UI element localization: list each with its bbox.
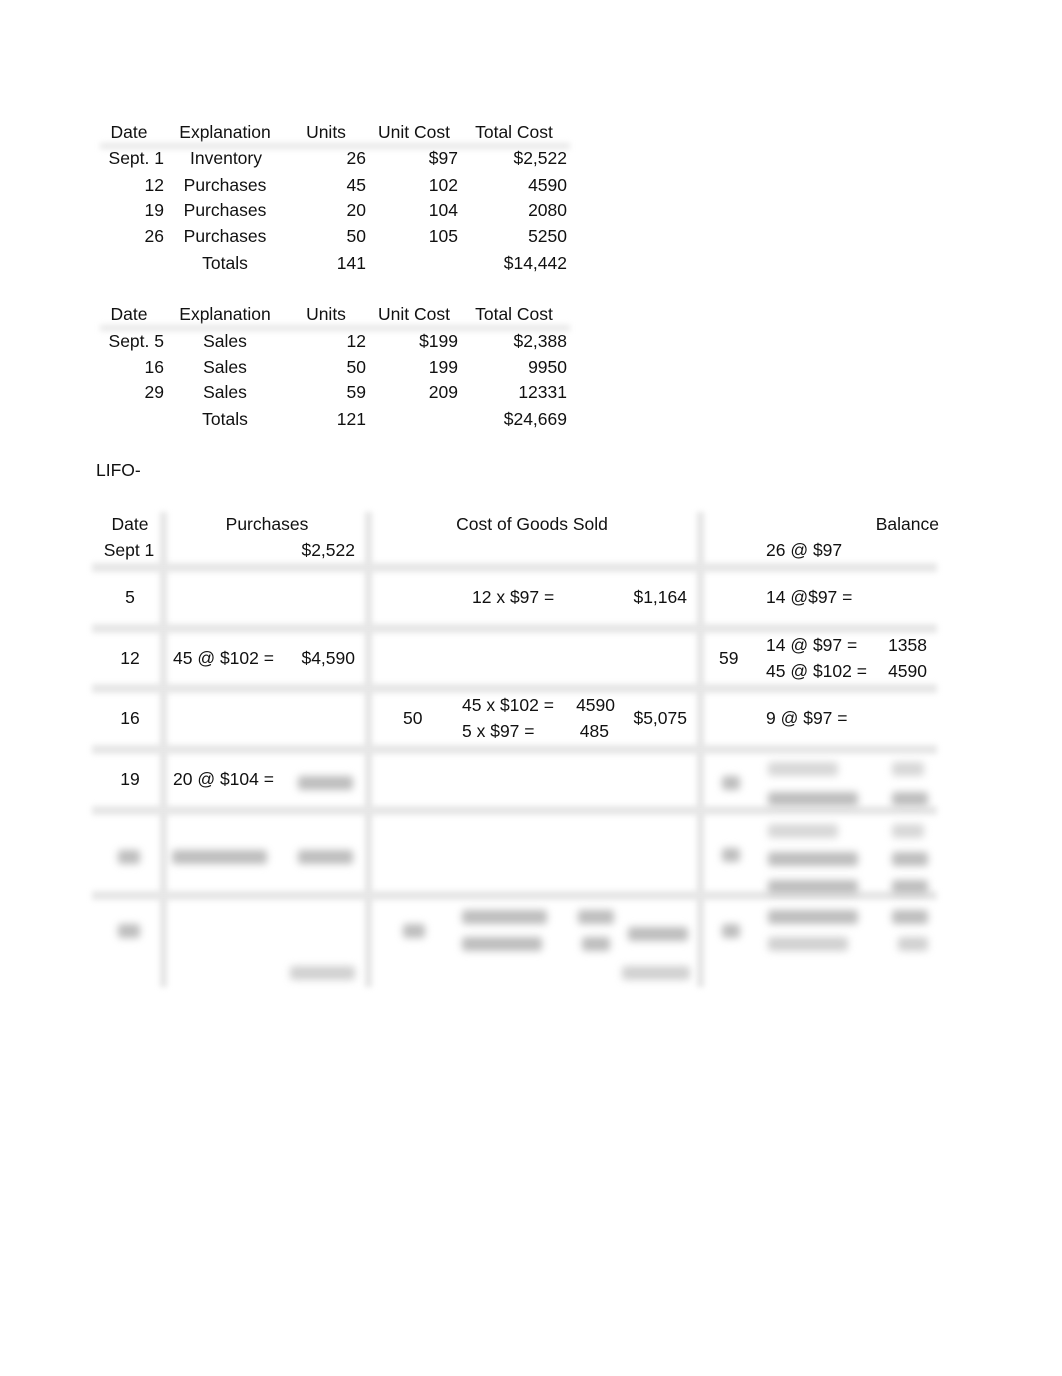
row-total-cost: $2,388 (513, 331, 567, 351)
row-date: 12 (144, 175, 164, 195)
cogs-value: 4590 (576, 695, 615, 715)
row-unit-cost: 105 (428, 226, 458, 246)
header-explanation: Explanation (179, 122, 271, 142)
row-unit-cost: $199 (419, 331, 458, 351)
row-total-cost: 12331 (518, 382, 567, 402)
header-balance: Balance (875, 514, 939, 534)
header-total-cost: Total Cost (475, 122, 553, 142)
row-explanation: Sales (203, 331, 247, 351)
row-date: 16 (144, 357, 164, 377)
row-divider (92, 806, 937, 815)
totals-cost: $14,442 (503, 253, 567, 273)
purchase-amount: $4,590 (301, 648, 355, 668)
row-explanation: Purchases (183, 175, 267, 195)
row-explanation: Sales (203, 382, 247, 402)
cogs-total: $1,164 (633, 587, 687, 607)
totals-units: 121 (336, 409, 366, 429)
balance-value: 1358 (888, 635, 927, 655)
row-units: 12 (346, 331, 366, 351)
row-date: 5 (125, 587, 135, 607)
purchase-calc: 45 @ $102 = (173, 648, 274, 668)
header-total-cost: Total Cost (475, 304, 553, 324)
totals-units: 141 (336, 253, 366, 273)
row-units: 59 (346, 382, 366, 402)
row-date: 16 (120, 708, 140, 728)
row-date: 26 (144, 226, 164, 246)
row-unit-cost: $97 (428, 148, 458, 168)
row-unit-cost: 209 (428, 382, 458, 402)
balance-line: 9 @ $97 = (766, 708, 848, 728)
balance-line: 14 @$97 = (766, 587, 853, 607)
row-total-cost: 4590 (528, 175, 567, 195)
balance-value: 4590 (888, 661, 927, 681)
header-date: Date (111, 514, 149, 534)
header-purchases: Purchases (225, 514, 309, 534)
row-units: 50 (346, 357, 366, 377)
header-explanation: Explanation (179, 304, 271, 324)
row-total-cost: 5250 (528, 226, 567, 246)
cogs-total: $5,075 (633, 708, 687, 728)
header-date: Date (110, 304, 148, 324)
header-unit-cost: Unit Cost (378, 304, 450, 324)
cogs-line: 45 x $102 = (462, 695, 554, 715)
balance-line: 14 @ $97 = (766, 635, 858, 655)
row-unit-cost: 199 (428, 357, 458, 377)
balance-line: 26 @ $97 (766, 540, 843, 560)
header-cogs: Cost of Goods Sold (456, 514, 608, 534)
cogs-line: 5 x $97 = (462, 721, 535, 741)
row-units: 26 (346, 148, 366, 168)
header-date: Date (110, 122, 148, 142)
row-units: 20 (346, 200, 366, 220)
row-divider (92, 745, 937, 754)
row-total-cost: 9950 (528, 357, 567, 377)
row-date: 29 (144, 382, 164, 402)
row-date: 12 (120, 648, 140, 668)
row-divider (92, 624, 937, 633)
cogs-value: 485 (579, 721, 609, 741)
purchase-amount: $2,522 (301, 540, 355, 560)
row-explanation: Purchases (183, 226, 267, 246)
header-units: Units (306, 122, 346, 142)
row-date: Sept. 5 (108, 331, 164, 351)
row-explanation: Purchases (183, 200, 267, 220)
row-total-cost: $2,522 (513, 148, 567, 168)
row-unit-cost: 104 (428, 200, 458, 220)
header-unit-cost: Unit Cost (378, 122, 450, 142)
row-date: Sept 1 (103, 540, 155, 560)
balance-units: 59 (719, 648, 739, 668)
row-units: 45 (346, 175, 366, 195)
cogs-units: 50 (403, 708, 423, 728)
lifo-title: LIFO- (96, 460, 141, 480)
purchase-calc: 20 @ $104 = (173, 769, 274, 789)
row-units: 50 (346, 226, 366, 246)
row-divider (92, 684, 937, 693)
balance-line: 45 @ $102 = (766, 661, 867, 681)
row-date: Sept. 1 (108, 148, 164, 168)
row-explanation: Inventory (190, 148, 262, 168)
header-units: Units (306, 304, 346, 324)
totals-label: Totals (202, 253, 248, 273)
totals-label: Totals (202, 409, 248, 429)
row-date: 19 (144, 200, 164, 220)
row-total-cost: 2080 (528, 200, 567, 220)
row-unit-cost: 102 (428, 175, 458, 195)
totals-cost: $24,669 (503, 409, 567, 429)
row-divider (92, 563, 937, 572)
row-date: 19 (120, 769, 140, 789)
row-explanation: Sales (203, 357, 247, 377)
cogs-line: 12 x $97 = (472, 587, 555, 607)
